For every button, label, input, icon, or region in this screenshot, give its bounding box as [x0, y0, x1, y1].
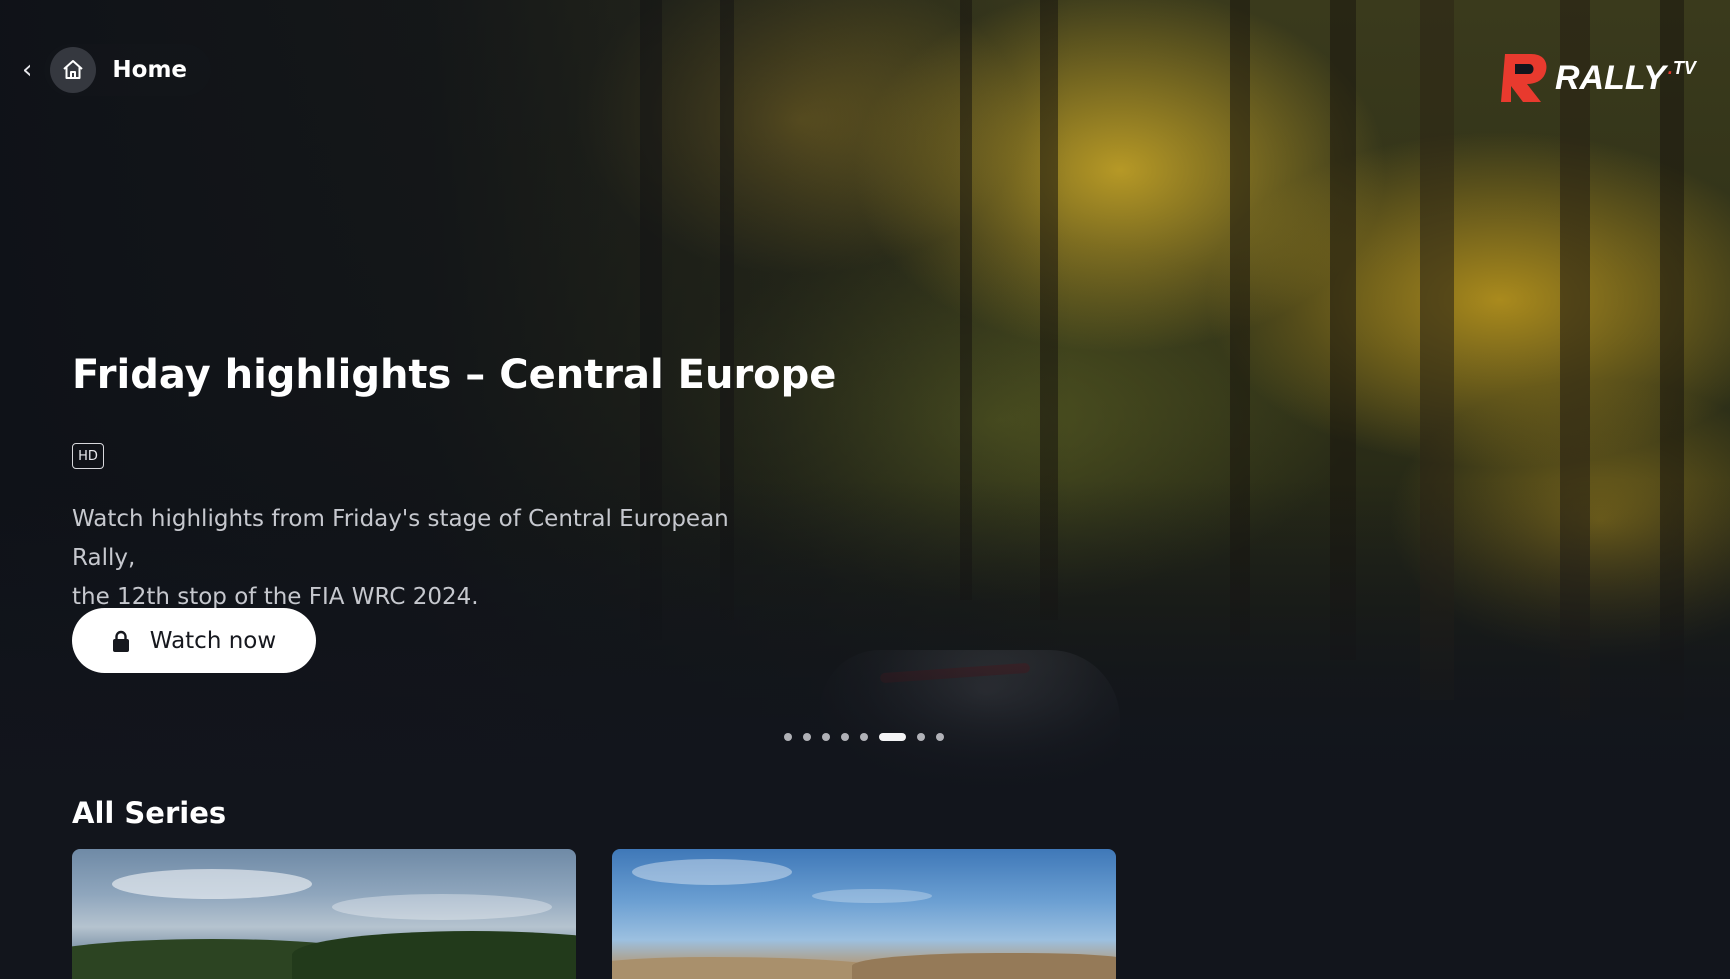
lock-icon [112, 630, 130, 652]
rally-tv-logo: RALLY .TV [1497, 48, 1696, 108]
rally-logo-icon [1501, 54, 1547, 102]
watch-now-label: Watch now [149, 627, 277, 654]
carousel-dot[interactable] [803, 733, 811, 741]
section-title-all-series: All Series [72, 796, 227, 830]
carousel-dot[interactable] [822, 733, 830, 741]
carousel-dot[interactable] [917, 733, 925, 741]
carousel-dot[interactable] [936, 733, 944, 741]
carousel-dot[interactable] [860, 733, 868, 741]
series-card[interactable] [72, 849, 576, 979]
hero-title: Friday highlights – Central Europe [72, 352, 837, 398]
home-nav-button[interactable]: Home [44, 44, 212, 96]
carousel-dot-active[interactable] [879, 733, 906, 741]
carousel-dot[interactable] [784, 733, 792, 741]
hero-description: Watch highlights from Friday's stage of … [72, 506, 729, 610]
home-icon [50, 47, 97, 93]
carousel-indicators[interactable] [784, 733, 955, 741]
breadcrumb[interactable]: ‹ Home [22, 44, 212, 96]
carousel-dot[interactable] [841, 733, 849, 741]
chevron-left-icon[interactable]: ‹ [22, 57, 32, 83]
watch-now-button[interactable]: Watch now [72, 608, 316, 673]
hd-badge: HD [72, 443, 104, 469]
series-card[interactable] [612, 849, 1116, 979]
home-label: Home [112, 57, 188, 83]
